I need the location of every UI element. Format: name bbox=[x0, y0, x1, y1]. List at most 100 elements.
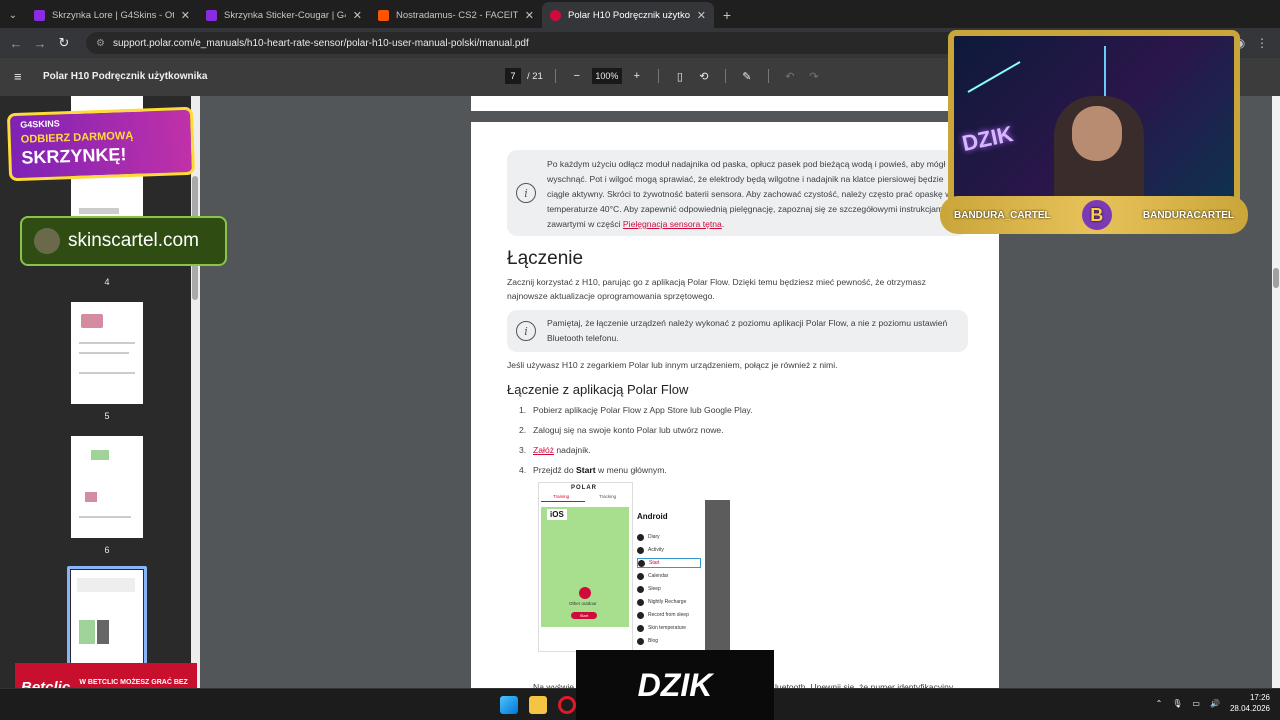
pdf-title: Polar H10 Podręcznik użytkownika bbox=[43, 71, 208, 82]
step-number: 3. bbox=[519, 445, 527, 455]
thumbnail-page-6[interactable] bbox=[71, 436, 143, 538]
network-icon[interactable]: ▭ bbox=[1192, 699, 1200, 708]
banner-left-text: BANDURA_CARTEL bbox=[954, 209, 1051, 221]
fit-page-icon[interactable]: ▯ bbox=[671, 67, 689, 85]
microphone-icon[interactable]: 🎙 bbox=[1172, 699, 1182, 708]
site-info-icon[interactable]: ⚙ bbox=[96, 38, 105, 49]
tab-close-icon[interactable]: ✕ bbox=[181, 9, 190, 22]
menu-row: Nightly Recharge bbox=[637, 597, 701, 607]
system-tray: ⌃ 🎙 ▭ 🔊 17:26 28.04.2026 bbox=[1156, 692, 1270, 714]
dzik-logo-overlay: DZIK bbox=[576, 650, 774, 720]
menu-kebab-icon[interactable]: ⋮ bbox=[1252, 33, 1272, 53]
training-tab: Training bbox=[553, 494, 570, 499]
menu-row: Diary bbox=[637, 532, 701, 542]
tab-1[interactable]: Skrzynka Sticker-Cougar | G4Sk ✕ bbox=[198, 2, 370, 28]
polar-brand: POLAR bbox=[571, 485, 597, 491]
thumbnail-page-5[interactable] bbox=[71, 302, 143, 404]
tab-close-icon[interactable]: ✕ bbox=[353, 9, 362, 22]
info-callout: i Pamiętaj, że łączenie urządzeń należy … bbox=[507, 310, 968, 352]
step-number: 2. bbox=[519, 425, 527, 435]
step-text-pre: Przejdź do bbox=[533, 465, 576, 475]
document-scrollbar[interactable] bbox=[1272, 96, 1280, 688]
volume-icon[interactable]: 🔊 bbox=[1210, 699, 1220, 708]
tab-search-icon[interactable]: ⌄ bbox=[0, 2, 26, 28]
app-screenshot: POLAR Training Tracking iOS Other outdoo… bbox=[538, 482, 730, 654]
step-item: 2. Zaloguj się na swoje konto Polar lub u… bbox=[519, 425, 724, 435]
file-explorer-icon[interactable] bbox=[529, 696, 547, 714]
info-icon: i bbox=[516, 321, 536, 341]
previous-page-bottom bbox=[471, 96, 999, 111]
windows-start-icon[interactable] bbox=[500, 696, 518, 714]
menu-row: Calendar bbox=[637, 571, 701, 581]
map-view: iOS Other outdoor Start bbox=[541, 507, 629, 627]
step-text-bold: Start bbox=[576, 465, 596, 475]
step-item: 3. Załóż nadajnik. bbox=[519, 445, 591, 455]
info-text: Po każdym użyciu odłącz moduł nadajnika … bbox=[547, 157, 960, 232]
promo-line-2: SKRZYNKĘ! bbox=[21, 144, 127, 168]
info-text: Pamiętaj, że łączenie urządzeń należy wy… bbox=[547, 318, 948, 343]
info-text-body: Po każdym użyciu odłącz moduł nadajnika … bbox=[547, 159, 952, 229]
ios-screen: POLAR Training Tracking iOS Other outdoo… bbox=[538, 482, 633, 652]
tab-title: Nostradamus- CS2 - FACEIT.co bbox=[396, 9, 518, 21]
opera-icon[interactable] bbox=[558, 696, 576, 714]
reload-icon[interactable]: ↻ bbox=[54, 33, 74, 53]
favicon-icon bbox=[34, 9, 45, 21]
care-link[interactable]: Pielęgnacja sensora tętna bbox=[623, 219, 722, 229]
favicon-icon bbox=[550, 9, 561, 21]
rotate-icon[interactable]: ⟲ bbox=[695, 67, 713, 85]
step-number: 1. bbox=[519, 405, 527, 415]
promo-brand: G4SKINS bbox=[20, 118, 60, 130]
thumbnail-label: 6 bbox=[104, 545, 110, 555]
promo-line-1: ODBIERZ DARMOWĄ bbox=[20, 129, 134, 146]
bottom-paragraph-end: luetooth. Upewnij się, że numer identyfi… bbox=[775, 682, 954, 688]
tab-2[interactable]: Nostradamus- CS2 - FACEIT.co ✕ bbox=[370, 2, 542, 28]
sidebar-menu-icon[interactable]: ≡ bbox=[14, 69, 22, 84]
favicon-icon bbox=[206, 9, 217, 21]
neon-light bbox=[967, 61, 1021, 93]
tab-close-icon[interactable]: ✕ bbox=[525, 9, 534, 22]
g4skins-promo-banner: G4SKINS ODBIERZ DARMOWĄ SKRZYNKĘ! bbox=[6, 106, 196, 182]
menu-row-start: Start bbox=[637, 558, 701, 568]
sport-label: Other outdoor bbox=[569, 601, 597, 606]
tab-strip: ⌄ Skrzynka Lore | G4Skins - Otwie ✕ Skrz… bbox=[0, 0, 1280, 28]
menu-row: Skin temperature bbox=[637, 623, 701, 633]
zoom-in-icon[interactable]: + bbox=[628, 67, 646, 85]
forward-icon[interactable]: → bbox=[30, 33, 50, 53]
step-text: nadajnik. bbox=[554, 445, 591, 455]
webcam-banner: BANDURA_CARTEL B BANDURACARTEL bbox=[940, 196, 1248, 234]
info-icon: i bbox=[516, 183, 536, 203]
banner-right-text: BANDURACARTEL bbox=[1142, 209, 1234, 221]
selected-thumbnail-frame bbox=[67, 566, 147, 671]
wear-link[interactable]: Załóż bbox=[533, 445, 554, 455]
clock-time: 17:26 bbox=[1249, 693, 1270, 702]
tab-3-active[interactable]: Polar H10 Podręcznik użytkown ✕ bbox=[542, 2, 714, 28]
zoom-out-icon[interactable]: − bbox=[568, 67, 586, 85]
clock[interactable]: 17:26 28.04.2026 bbox=[1230, 692, 1270, 714]
back-icon[interactable]: ← bbox=[6, 33, 26, 53]
divider bbox=[724, 69, 726, 83]
divider bbox=[554, 69, 556, 83]
start-button: Start bbox=[571, 612, 597, 619]
zoom-input[interactable]: 100% bbox=[591, 68, 622, 84]
thumbnail-label: 4 bbox=[104, 277, 110, 287]
new-tab-button[interactable]: + bbox=[714, 2, 740, 28]
annotate-icon[interactable]: ✎ bbox=[738, 67, 756, 85]
url-text[interactable]: support.polar.com/e_manuals/h10-heart-ra… bbox=[113, 38, 529, 49]
tab-0[interactable]: Skrzynka Lore | G4Skins - Otwie ✕ bbox=[26, 2, 198, 28]
streamer-head bbox=[1072, 106, 1122, 161]
pdf-page-7: i Po każdym użyciu odłącz moduł nadajnik… bbox=[471, 122, 999, 688]
document-scroll-thumb[interactable] bbox=[1273, 268, 1279, 288]
step-text: Pobierz aplikację Polar Flow z App Store… bbox=[533, 405, 753, 415]
pin-icon bbox=[579, 587, 591, 599]
redo-icon[interactable]: ↷ bbox=[805, 67, 823, 85]
banner-logo: B bbox=[1081, 200, 1112, 230]
tracking-tab: Tracking bbox=[599, 494, 617, 499]
page-number-input[interactable]: 7 bbox=[505, 68, 521, 84]
subsection-heading: Łączenie z aplikacją Polar Flow bbox=[507, 382, 689, 397]
tab-close-icon[interactable]: ✕ bbox=[697, 9, 706, 22]
android-screen: Android Diary Activity Start Calendar Sl… bbox=[633, 500, 730, 654]
step-item: 1. Pobierz aplikację Polar Flow z App Sto… bbox=[519, 405, 753, 415]
undo-icon[interactable]: ↶ bbox=[781, 67, 799, 85]
android-menu-panel: Android Diary Activity Start Calendar Sl… bbox=[633, 500, 705, 654]
chevron-up-icon[interactable]: ⌃ bbox=[1156, 699, 1163, 708]
